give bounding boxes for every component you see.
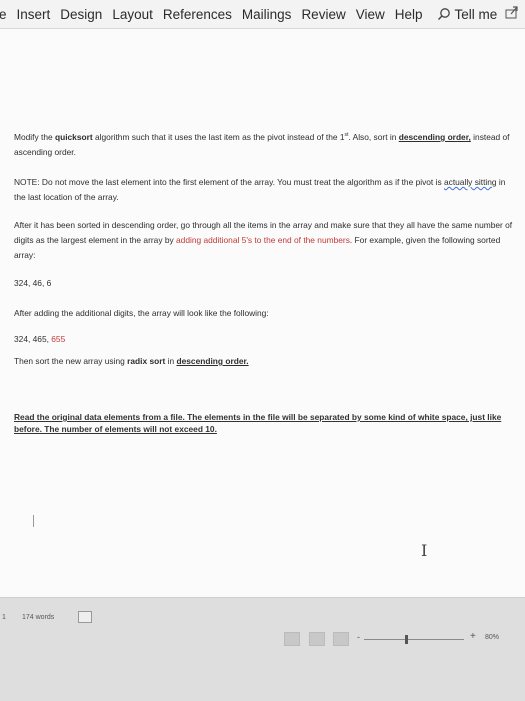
example-array: 324, 46, 6 xyxy=(14,278,52,288)
tab-help[interactable]: Help xyxy=(395,7,423,22)
paragraph-5: After adding the additional digits, the … xyxy=(14,308,269,318)
print-layout-button[interactable] xyxy=(309,632,325,646)
ribbon-tab-bar: e Insert Design Layout References Mailin… xyxy=(0,0,525,29)
tab-view[interactable]: View xyxy=(356,7,385,22)
word-count[interactable]: 174 words xyxy=(22,614,54,621)
zoom-slider-thumb[interactable] xyxy=(405,635,408,644)
tab-mailings[interactable]: Mailings xyxy=(242,7,292,22)
paragraph-note: NOTE: Do not move the last element into … xyxy=(14,177,506,202)
paragraph-7: Then sort the new array using radix sort… xyxy=(14,356,249,366)
tab-references[interactable]: References xyxy=(163,7,232,22)
zoom-in-button[interactable]: + xyxy=(470,631,476,642)
zoom-slider-track[interactable] xyxy=(364,639,464,640)
status-bar: 1 174 words - + 80% xyxy=(0,597,525,701)
tab-review[interactable]: Review xyxy=(301,7,345,22)
tab-file[interactable]: e xyxy=(0,7,7,22)
page-indicator[interactable]: 1 xyxy=(2,614,6,621)
proofing-icon[interactable] xyxy=(78,611,92,623)
tell-me-label: Tell me xyxy=(454,6,498,22)
tab-insert[interactable]: Insert xyxy=(17,7,51,22)
tab-design[interactable]: Design xyxy=(60,7,102,22)
search-icon xyxy=(437,8,450,20)
text-cursor xyxy=(33,515,34,527)
tab-layout[interactable]: Layout xyxy=(112,7,153,22)
paragraph-1: Modify the quicksort algorithm such that… xyxy=(14,131,510,157)
tell-me-box[interactable]: Tell me xyxy=(437,6,498,22)
read-mode-button[interactable] xyxy=(284,632,300,646)
ibeam-pointer-icon: I xyxy=(421,541,428,560)
document-page[interactable]: Modify the quicksort algorithm such that… xyxy=(0,29,525,597)
paragraph-file-input: Read the original data elements from a f… xyxy=(14,412,502,434)
share-icon[interactable] xyxy=(505,5,519,24)
zoom-out-button[interactable]: - xyxy=(357,632,360,642)
web-layout-button[interactable] xyxy=(333,632,349,646)
zoom-level[interactable]: 80% xyxy=(485,634,499,641)
padded-array: 324, 465, 655 xyxy=(14,334,66,344)
paragraph-3: After it has been sorted in descending o… xyxy=(14,220,513,260)
